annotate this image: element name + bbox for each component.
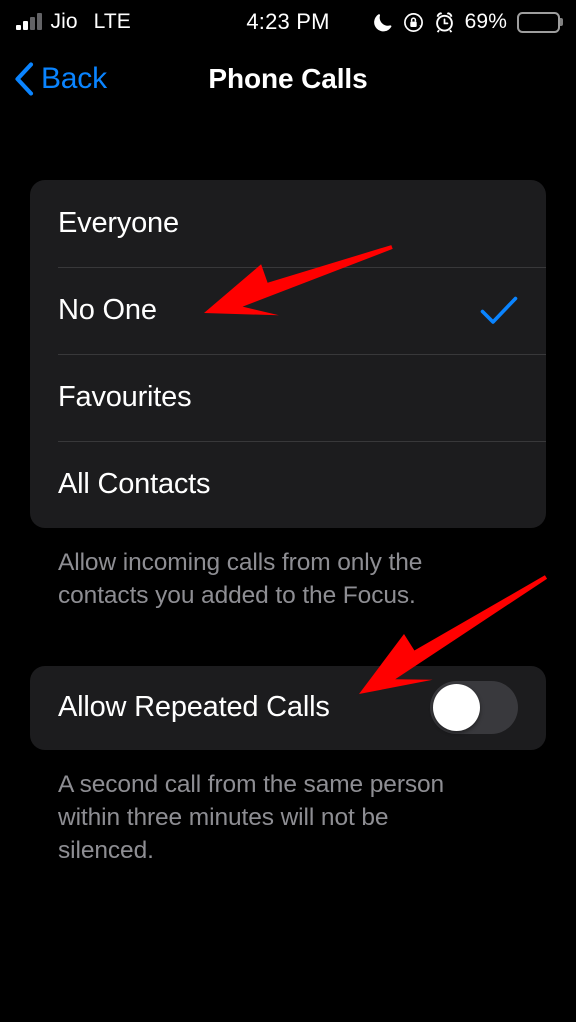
allow-repeated-calls-label: Allow Repeated Calls	[58, 691, 330, 724]
allow-repeated-calls-toggle[interactable]	[430, 681, 518, 735]
allow-repeated-calls-row[interactable]: Allow Repeated Calls	[30, 666, 546, 750]
page-title: Phone Calls	[208, 63, 368, 94]
option-row-everyone[interactable]: Everyone	[30, 180, 546, 267]
network-type: LTE	[93, 10, 131, 33]
allow-repeated-calls-card: Allow Repeated Calls	[30, 665, 546, 750]
alarm-clock-icon	[434, 11, 455, 33]
settings-content: Everyone No One Favourites All Contacts …	[0, 110, 576, 868]
option-row-favourites[interactable]: Favourites	[30, 354, 546, 441]
toggle-knob	[433, 684, 480, 732]
option-label: No One	[58, 294, 157, 326]
moon-icon	[373, 12, 393, 33]
option-label: Favourites	[58, 381, 192, 413]
toggle-footer-text: A second call from the same person withi…	[58, 770, 445, 865]
signal-bars-icon	[16, 13, 42, 30]
option-row-all-contacts[interactable]: All Contacts	[30, 441, 546, 528]
checkmark-icon	[480, 296, 518, 326]
status-bar-right: 69%	[373, 10, 563, 34]
battery-percentage: 69%	[464, 10, 507, 33]
navigation-bar: Back Phone Calls	[0, 48, 576, 110]
rotation-lock-icon	[403, 12, 424, 33]
option-label: All Contacts	[58, 468, 211, 500]
carrier-name: Jio	[50, 10, 78, 33]
call-permission-options-card: Everyone No One Favourites All Contacts	[30, 180, 546, 528]
status-bar: Jio LTE 4:23 PM 69%	[0, 0, 576, 44]
battery-icon	[517, 11, 563, 33]
status-bar-left: Jio LTE	[16, 10, 131, 34]
option-row-no-one[interactable]: No One	[30, 267, 546, 354]
option-label: Everyone	[58, 207, 179, 239]
options-footer-text: Allow incoming calls from only the conta…	[58, 549, 423, 610]
